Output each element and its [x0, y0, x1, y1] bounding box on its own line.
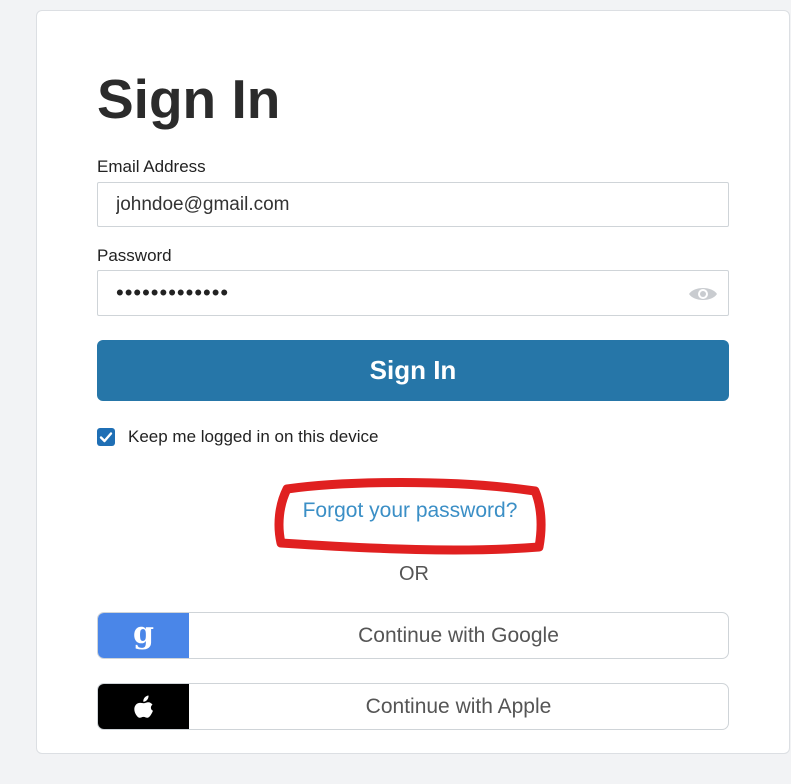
email-field[interactable]	[97, 182, 729, 227]
forgot-password-link[interactable]: Forgot your password?	[273, 499, 547, 523]
password-label: Password	[97, 246, 172, 265]
sign-in-card: Sign In Email Address Password •••••••••…	[36, 10, 790, 754]
google-button-label: Continue with Google	[358, 623, 559, 647]
google-icon: g	[98, 613, 189, 658]
keep-logged-in-label: Keep me logged in on this device	[128, 427, 379, 446]
password-field[interactable]: •••••••••••••	[97, 270, 729, 316]
sign-in-button[interactable]: Sign In	[97, 340, 729, 401]
eye-icon[interactable]	[688, 285, 718, 303]
password-value: •••••••••••••	[116, 280, 230, 305]
page-title: Sign In	[97, 68, 281, 130]
continue-with-apple-button[interactable]: Continue with Apple	[97, 683, 729, 730]
apple-button-label: Continue with Apple	[365, 694, 552, 718]
email-label: Email Address	[97, 157, 206, 176]
continue-with-google-button[interactable]: g Continue with Google	[97, 612, 729, 659]
check-icon	[99, 432, 113, 443]
keep-logged-in-row[interactable]: Keep me logged in on this device	[97, 426, 378, 448]
or-divider: OR	[399, 563, 429, 585]
apple-icon	[98, 684, 189, 729]
keep-logged-in-checkbox[interactable]	[97, 428, 115, 446]
forgot-password-region: Forgot your password?	[273, 477, 547, 555]
